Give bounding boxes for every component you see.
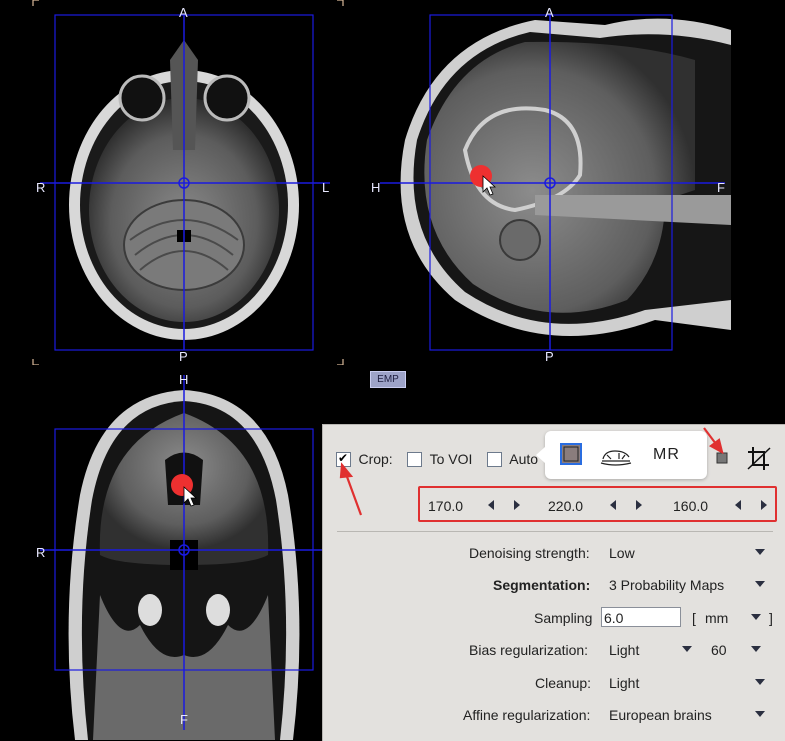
crop-label: Crop:	[358, 451, 393, 467]
affine-regularization-label: Affine regularization:	[463, 707, 591, 723]
sagittal-label-top: A	[545, 5, 554, 20]
crop-x-increase[interactable]	[514, 500, 520, 510]
crop-row: Crop: To VOI Auto	[336, 451, 538, 469]
crop-checkbox[interactable]	[336, 451, 351, 468]
denoising-value[interactable]: Low	[609, 545, 635, 561]
crop-icon[interactable]	[747, 447, 771, 470]
crop-box-icon[interactable]	[716, 452, 728, 464]
sagittal-label-left: H	[371, 180, 381, 195]
auto-crop-popup: MR	[536, 431, 707, 479]
cleanup-label: Cleanup:	[535, 675, 592, 691]
crop-x-field[interactable]: 170.0	[420, 496, 530, 516]
sagittal-viewport[interactable]: A P H F	[365, 0, 731, 365]
crop-z-increase[interactable]	[761, 500, 767, 510]
sagittal-label-bottom: P	[545, 349, 554, 364]
axial-label-top: A	[179, 5, 188, 20]
coronal-image	[40, 375, 330, 740]
crop-z-field[interactable]: 160.0	[665, 496, 775, 516]
sampling-unit-dropdown-icon[interactable]	[751, 614, 761, 620]
segmentation-value[interactable]: 3 Probability Maps	[609, 577, 724, 593]
coronal-label-bottom: F	[180, 712, 188, 727]
crop-z-decrease[interactable]	[735, 500, 741, 510]
coronal-viewport[interactable]: H F R	[0, 365, 365, 740]
separator	[337, 531, 773, 532]
crop-y-increase[interactable]	[636, 500, 642, 510]
brain-sagittal-icon[interactable]	[600, 450, 632, 466]
axial-image	[32, 0, 344, 365]
sampling-label: Sampling	[534, 610, 593, 626]
crop-y-field[interactable]: 220.0	[540, 496, 650, 516]
sampling-input[interactable]: 6.0	[601, 607, 681, 627]
denoising-label: Denoising strength:	[469, 545, 590, 561]
to-voi-checkbox[interactable]	[407, 452, 423, 468]
axial-label-bottom: P	[179, 349, 188, 364]
mr-icon[interactable]: MR	[653, 446, 680, 464]
box-icon[interactable]	[560, 443, 582, 465]
crop-coordinates-box: 170.0 220.0 160.0	[418, 486, 777, 522]
crop-y-decrease[interactable]	[610, 500, 616, 510]
auto-checkbox[interactable]	[486, 452, 502, 468]
sagittal-image	[380, 14, 731, 351]
segmentation-settings-panel: Crop: To VOI Auto MR	[322, 424, 785, 741]
bias-regularization-dropdown-icon[interactable]	[682, 646, 692, 652]
denoising-dropdown-icon[interactable]	[755, 549, 765, 555]
segmentation-dropdown-icon[interactable]	[755, 581, 765, 587]
axial-label-right: L	[322, 180, 330, 195]
cleanup-value[interactable]: Light	[609, 675, 639, 691]
cleanup-dropdown-icon[interactable]	[755, 679, 765, 685]
bias-fwhm-value[interactable]: 60	[711, 642, 727, 658]
crop-y-value: 220.0	[548, 498, 584, 514]
bias-regularization-value[interactable]: Light	[609, 642, 639, 658]
crop-z-value: 160.0	[673, 498, 709, 514]
crop-x-value: 170.0	[428, 498, 464, 514]
sampling-bracket-close: ]	[769, 610, 773, 626]
axial-viewport[interactable]: A P R L	[0, 0, 365, 365]
axial-label-left: R	[36, 180, 46, 195]
bias-fwhm-dropdown-icon[interactable]	[751, 646, 761, 652]
affine-regularization-dropdown-icon[interactable]	[755, 711, 765, 717]
sampling-bracket-open: [	[692, 610, 696, 626]
coronal-label-left: R	[36, 545, 46, 560]
crop-x-decrease[interactable]	[488, 500, 494, 510]
bias-regularization-label: Bias regularization:	[469, 642, 589, 658]
sampling-unit[interactable]: mm	[705, 610, 728, 626]
coronal-label-top: H	[179, 372, 189, 387]
to-voi-label: To VOI	[429, 451, 473, 467]
segmentation-label: Segmentation:	[493, 577, 591, 593]
affine-regularization-value[interactable]: European brains	[609, 707, 712, 723]
emp-button[interactable]: EMP	[370, 371, 406, 388]
auto-label: Auto	[509, 451, 539, 467]
sagittal-label-right: F	[717, 180, 725, 195]
